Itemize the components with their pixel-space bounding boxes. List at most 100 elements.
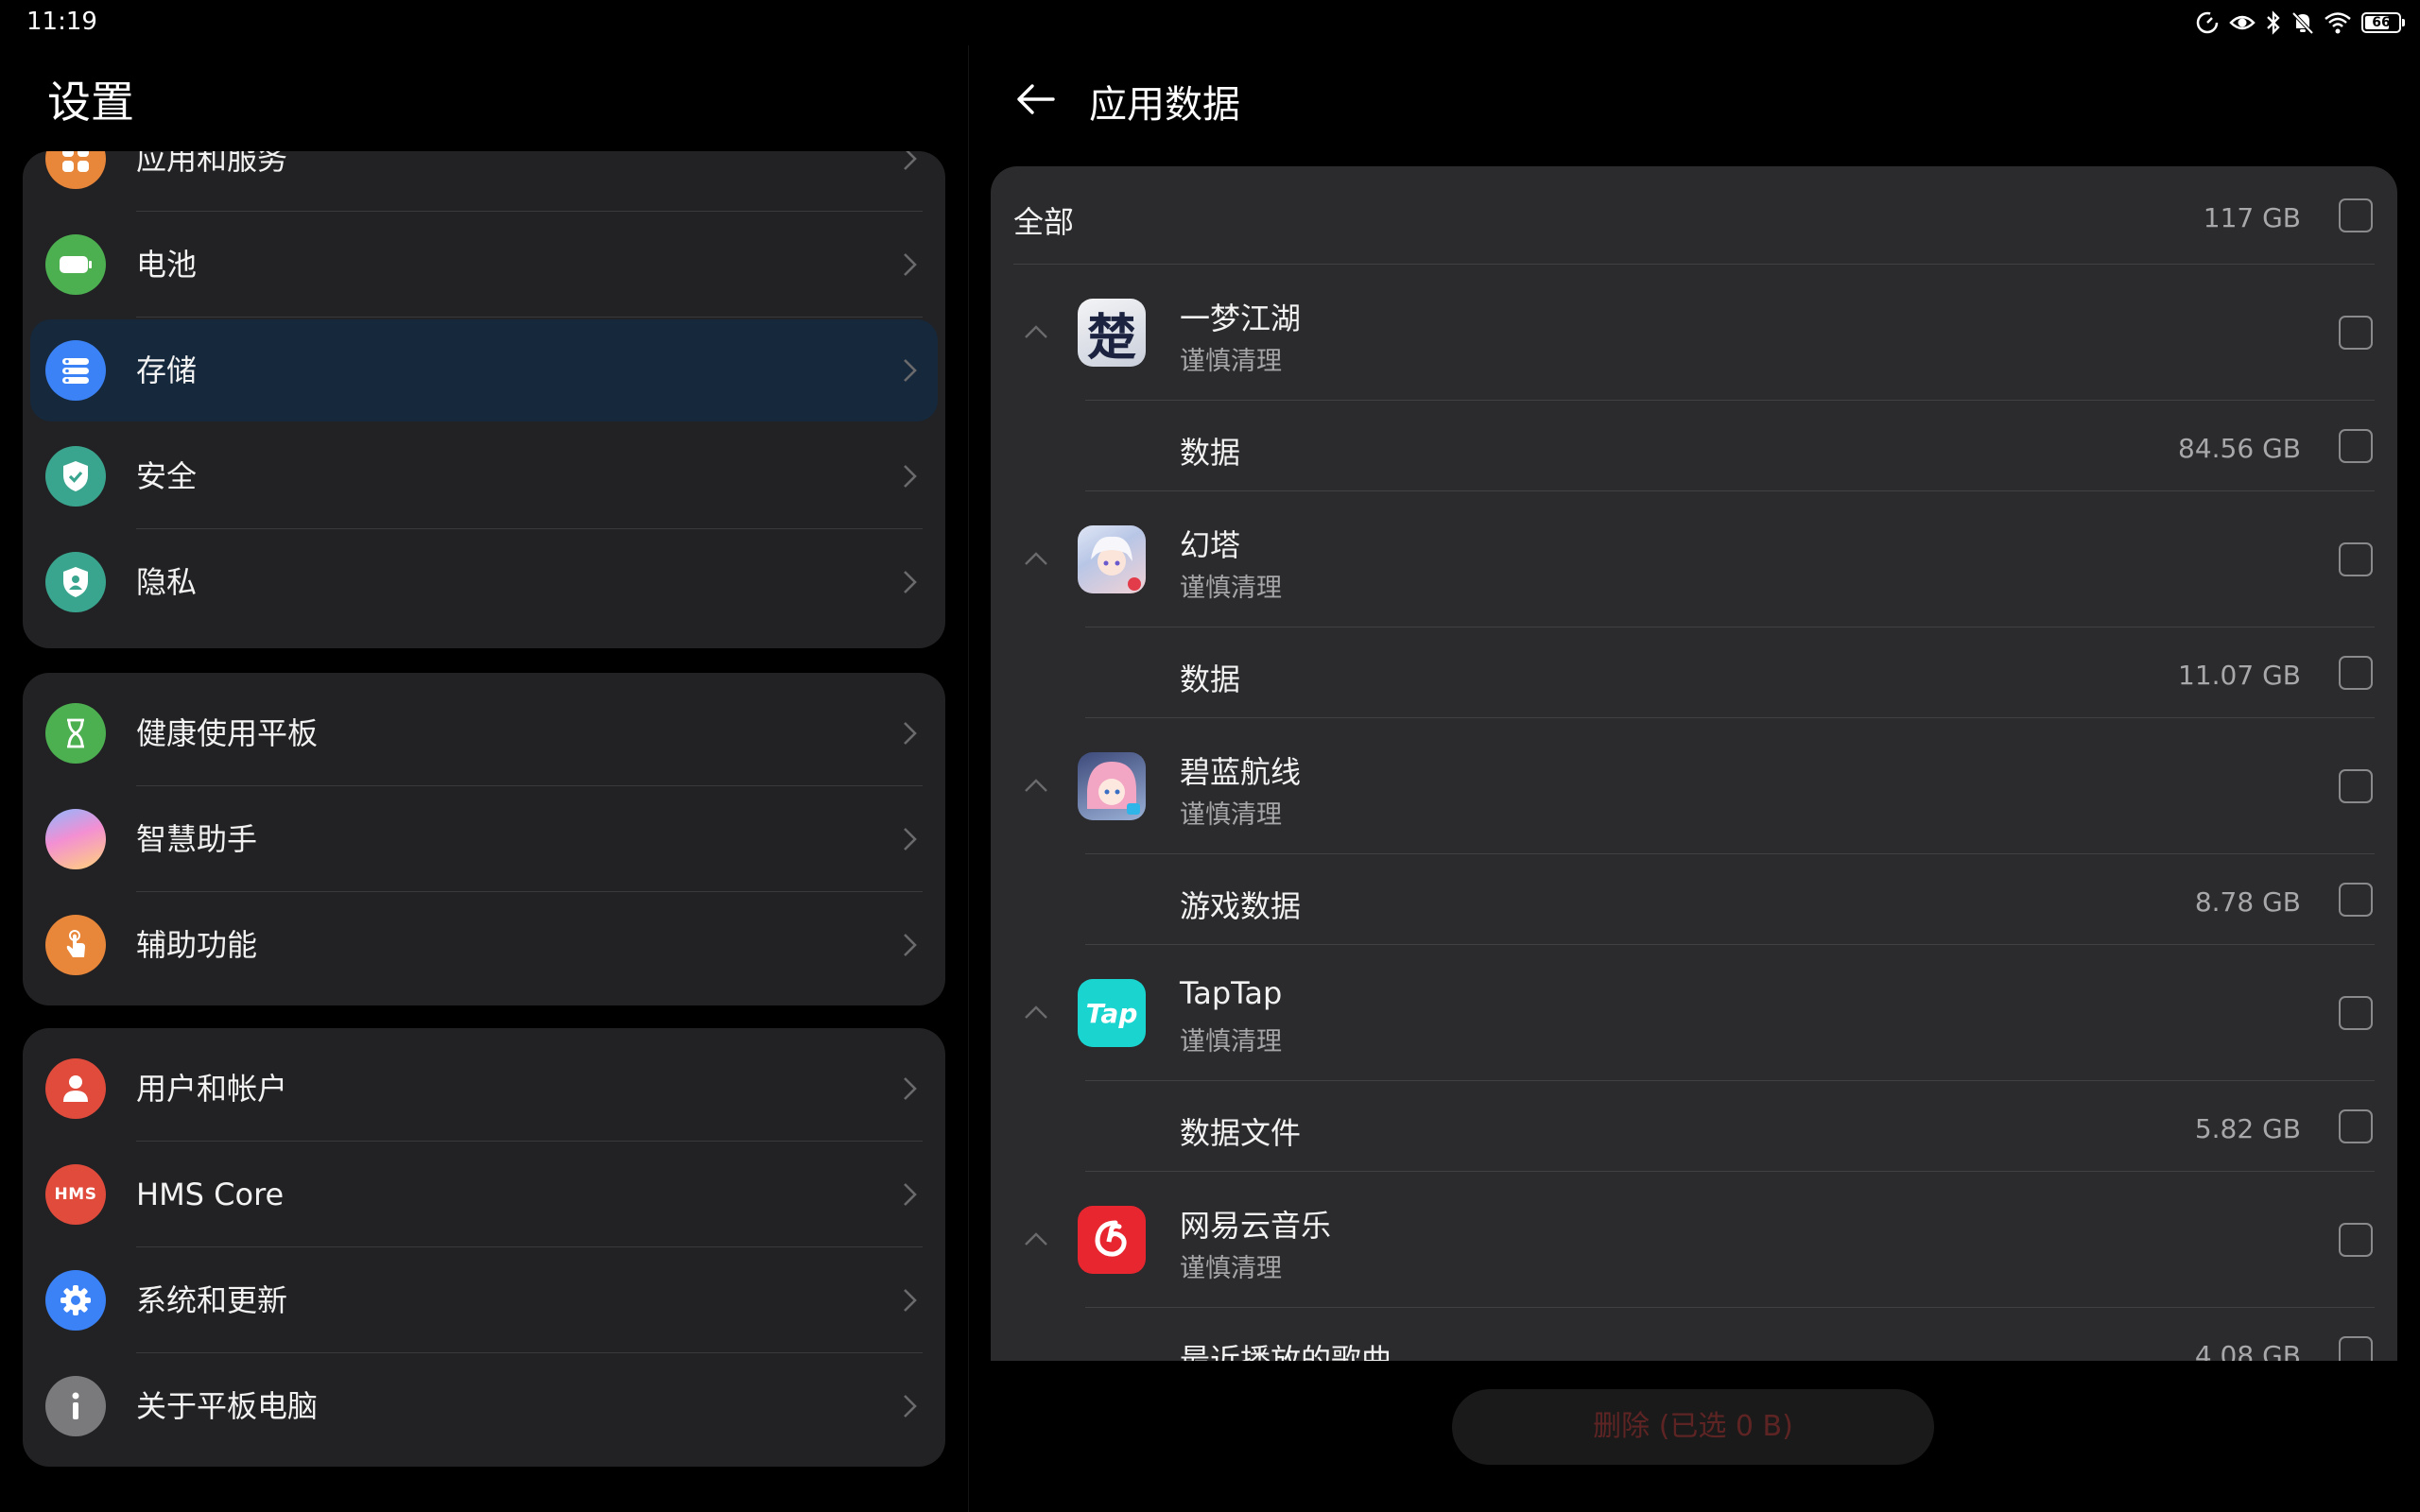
chevron-right-icon (904, 934, 917, 956)
yimeng-jianghu-icon: 楚 (1078, 299, 1146, 367)
app-data-item-row[interactable]: 数据 84.56 GB (991, 401, 2397, 491)
data-item-size: 84.56 GB (2178, 433, 2301, 464)
app-row[interactable]: 幻塔 谨慎清理 (991, 491, 2397, 627)
chevron-right-icon (904, 465, 917, 488)
sidebar-item-system-update[interactable]: 系统和更新 (23, 1247, 945, 1353)
battery-icon (45, 234, 106, 295)
app-data-item-row[interactable]: 数据文件 5.82 GB (991, 1081, 2397, 1172)
collapse-caret-icon[interactable] (1023, 550, 1049, 567)
sidebar-item-apps-services[interactable]: 应用和服务 (23, 151, 945, 212)
status-icons: 66 (2195, 9, 2405, 36)
pane-divider (968, 45, 969, 1512)
data-item-size: 8.78 GB (2194, 886, 2301, 918)
app-name: 一梦江湖 (1180, 301, 1302, 336)
settings-group-1: 应用和服务 电池 存储 安全 隐私 (23, 151, 945, 648)
battery-level: 66 (2372, 15, 2391, 30)
chevron-right-icon (904, 722, 917, 745)
netease-music-icon (1078, 1206, 1146, 1274)
data-item-checkbox[interactable] (2339, 883, 2373, 917)
sidebar-item-label: 用户和帐户 (136, 1071, 288, 1107)
sidebar-item-digital-balance[interactable]: 健康使用平板 (23, 680, 945, 786)
data-item-size: 11.07 GB (2178, 660, 2301, 691)
hms-icon-text: HMS (54, 1185, 97, 1204)
chevron-right-icon (904, 1183, 917, 1206)
collapse-caret-icon[interactable] (1023, 1230, 1049, 1247)
user-icon (45, 1058, 106, 1119)
sidebar-item-hms-core[interactable]: HMS HMS Core (23, 1142, 945, 1247)
app-row[interactable]: 楚 一梦江湖 谨慎清理 (991, 265, 2397, 401)
hand-pointer-icon (45, 915, 106, 975)
data-item-label: 数据文件 (1180, 1115, 1302, 1151)
sidebar-item-storage[interactable]: 存储 (23, 318, 945, 423)
gear-icon (45, 1270, 106, 1331)
app-caution-label: 谨慎清理 (1180, 1027, 1282, 1057)
sidebar-item-security[interactable]: 安全 (23, 423, 945, 529)
sidebar-item-accessibility[interactable]: 辅助功能 (23, 892, 945, 998)
azur-lane-icon (1078, 752, 1146, 820)
sidebar-item-label: 隐私 (136, 564, 198, 600)
data-item-label: 数据 (1180, 662, 1241, 697)
bluetooth-icon (2267, 10, 2280, 35)
app-data-item-row[interactable]: 最近播放的歌曲 4.08 GB (991, 1308, 2397, 1361)
data-item-checkbox[interactable] (2339, 1336, 2373, 1361)
data-item-size: 4.08 GB (2194, 1340, 2301, 1361)
chevron-right-icon (904, 359, 917, 382)
data-item-checkbox[interactable] (2339, 1109, 2373, 1143)
sidebar-item-label: 系统和更新 (136, 1282, 288, 1318)
data-item-checkbox[interactable] (2339, 656, 2373, 690)
settings-group-2: 健康使用平板 智慧助手 辅助功能 (23, 673, 945, 1005)
app-data-item-row[interactable]: 数据 11.07 GB (991, 627, 2397, 718)
chevron-right-icon (904, 253, 917, 276)
app-checkbox[interactable] (2339, 996, 2373, 1030)
sidebar-item-label: 安全 (136, 458, 198, 494)
sidebar-item-about-tablet[interactable]: 关于平板电脑 (23, 1353, 945, 1459)
app-data-list: 全部 117 GB 楚 一梦江湖 谨慎清理 数据 84.56 GB 幻塔 谨慎清… (991, 166, 2397, 1361)
app-checkbox[interactable] (2339, 1223, 2373, 1257)
chevron-right-icon (904, 828, 917, 850)
select-all-checkbox[interactable] (2339, 198, 2373, 232)
data-item-checkbox[interactable] (2339, 429, 2373, 463)
chevron-right-icon (904, 1289, 917, 1312)
collapse-caret-icon[interactable] (1023, 323, 1049, 340)
data-item-label: 最近播放的歌曲 (1180, 1342, 1392, 1361)
app-checkbox[interactable] (2339, 769, 2373, 803)
mute-bell-icon (2291, 11, 2314, 35)
app-caution-label: 谨慎清理 (1180, 800, 1282, 830)
back-arrow-icon[interactable] (1011, 76, 1059, 123)
app-name: 网易云音乐 (1180, 1208, 1332, 1244)
app-data-item-row[interactable]: 游戏数据 8.78 GB (991, 854, 2397, 945)
settings-title: 设置 (47, 77, 134, 128)
sidebar-item-label: 应用和服务 (136, 151, 288, 177)
info-icon (45, 1376, 106, 1436)
sidebar-item-label: 存储 (136, 352, 198, 388)
settings-group-3: 用户和帐户 HMS HMS Core 系统和更新 关于平板电脑 (23, 1028, 945, 1467)
sidebar-item-label: 关于平板电脑 (136, 1388, 319, 1424)
eye-comfort-icon (2229, 15, 2256, 30)
sidebar-item-label: 健康使用平板 (136, 715, 319, 751)
app-data-title: 应用数据 (1089, 83, 1240, 127)
collapse-caret-icon[interactable] (1023, 1004, 1049, 1021)
collapse-caret-icon[interactable] (1023, 777, 1049, 794)
sidebar-item-users-accounts[interactable]: 用户和帐户 (23, 1036, 945, 1142)
app-name: 幻塔 (1180, 527, 1241, 563)
app-name: TapTap (1180, 975, 1283, 1011)
app-row[interactable]: Tap TapTap 谨慎清理 (991, 945, 2397, 1081)
shield-check-icon (45, 446, 106, 507)
app-name: 碧蓝航线 (1180, 754, 1302, 790)
battery-indicator: 66 (2361, 12, 2405, 33)
app-checkbox[interactable] (2339, 316, 2373, 350)
huanta-icon (1078, 525, 1146, 593)
app-row[interactable]: 碧蓝航线 谨慎清理 (991, 718, 2397, 854)
delete-button[interactable]: 删除 (已选 0 B) (1452, 1389, 1934, 1465)
app-caution-label: 谨慎清理 (1180, 347, 1282, 376)
app-caution-label: 谨慎清理 (1180, 1254, 1282, 1283)
sidebar-item-battery[interactable]: 电池 (23, 212, 945, 318)
sidebar-item-privacy[interactable]: 隐私 (23, 529, 945, 635)
sidebar-item-smart-assistant[interactable]: 智慧助手 (23, 786, 945, 892)
select-all-row[interactable]: 全部 117 GB (991, 166, 2397, 265)
app-icon-glyph: 楚 (1086, 308, 1136, 367)
privacy-shield-icon (45, 552, 106, 612)
total-size: 117 GB (2203, 202, 2301, 233)
app-checkbox[interactable] (2339, 542, 2373, 576)
app-row[interactable]: 网易云音乐 谨慎清理 (991, 1172, 2397, 1308)
